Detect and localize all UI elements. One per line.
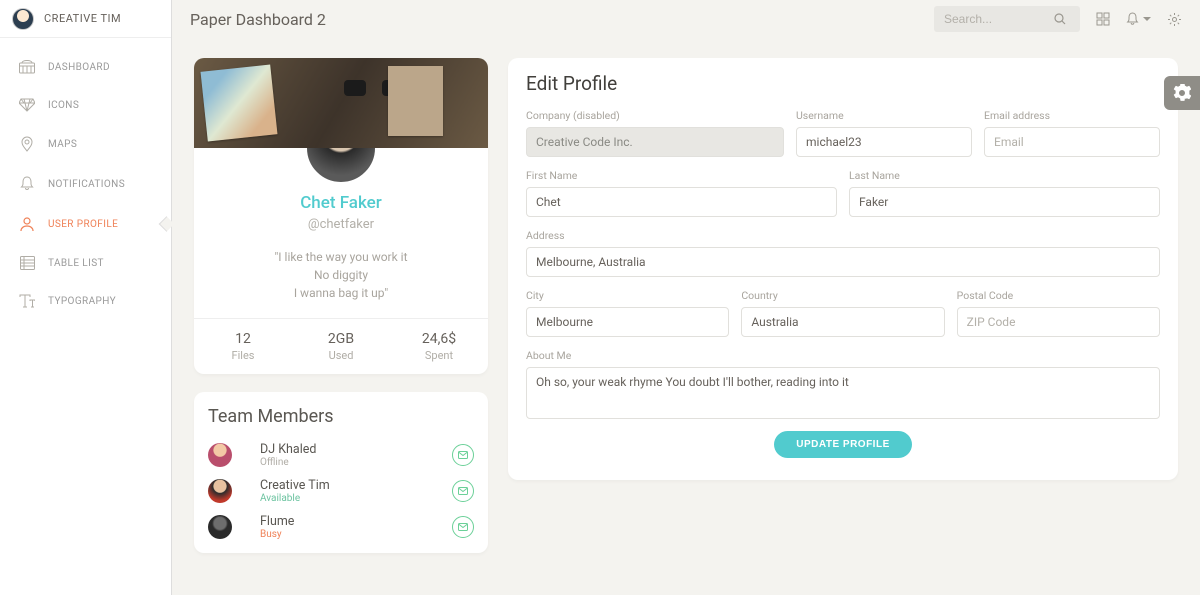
sidebar-item-typography[interactable]: TYPOGRAPHY [0,282,171,320]
brand-name: CREATIVE TIM [44,12,121,25]
edit-profile-card: Edit Profile Company (disabled) Username… [508,58,1178,480]
notifications-dropdown[interactable] [1126,12,1151,26]
sidebar-item-label: DASHBOARD [48,62,110,73]
bell-icon [18,176,36,192]
sidebar-nav: DASHBOARD ICONS MAPS NOTIFICATIONS USER … [0,38,171,330]
team-heading: Team Members [208,406,474,427]
brand-row[interactable]: CREATIVE TIM [0,0,171,38]
member-name: Creative Tim [260,478,330,493]
topbar: Paper Dashboard 2 [172,0,1200,38]
sidebar-item-label: TYPOGRAPHY [48,296,116,307]
sidebar-item-label: NOTIFICATIONS [48,179,125,190]
topbar-right [934,6,1182,32]
sidebar-item-label: ICONS [48,100,79,111]
search-icon [1054,13,1066,25]
member-status: Available [260,493,330,504]
postal-code-input[interactable] [957,307,1160,337]
sidebar-item-user-profile[interactable]: USER PROFILE [0,204,171,244]
label-country: Country [741,289,944,302]
cover-image [194,58,488,148]
dashboard-icon [18,60,36,74]
label-first-name: First Name [526,169,837,182]
about-textarea[interactable] [526,367,1160,419]
address-input[interactable] [526,247,1160,277]
gear-icon[interactable] [1167,12,1182,27]
profile-card: Chet Faker @chetfaker "I like the way yo… [194,58,488,374]
sidebar-item-maps[interactable]: MAPS [0,124,171,164]
sidebar-item-icons[interactable]: ICONS [0,86,171,124]
sidebar-item-label: USER PROFILE [48,219,118,230]
stat-used: 2GB Used [292,331,390,362]
profile-stats: 12 Files 2GB Used 24,6$ Spent [194,318,488,374]
label-last-name: Last Name [849,169,1160,182]
member-avatar [208,443,232,467]
brand-avatar-icon [12,8,34,30]
label-company: Company (disabled) [526,109,784,122]
member-message-button[interactable] [452,444,474,466]
map-pin-icon [18,136,36,152]
grid-icon[interactable] [1096,12,1110,26]
first-name-input[interactable] [526,187,837,217]
profile-quote: "I like the way you work it No diggity I… [218,248,464,302]
typography-icon [18,294,36,308]
sidebar-item-dashboard[interactable]: DASHBOARD [0,48,171,86]
country-input[interactable] [741,307,944,337]
sidebar-item-table-list[interactable]: TABLE LIST [0,244,171,282]
stat-spent: 24,6$ Spent [390,331,488,362]
settings-fab[interactable] [1164,76,1200,110]
team-member-row: Creative Tim Available [208,473,474,509]
search-input[interactable] [944,12,1054,26]
last-name-input[interactable] [849,187,1160,217]
sidebar-item-notifications[interactable]: NOTIFICATIONS [0,164,171,204]
member-avatar [208,479,232,503]
team-member-row: Flume Busy [208,509,474,545]
list-icon [18,256,36,270]
username-input[interactable] [796,127,972,157]
page-title: Paper Dashboard 2 [190,10,326,29]
company-input [526,127,784,157]
label-postal-code: Postal Code [957,289,1160,302]
sidebar-item-label: TABLE LIST [48,258,104,269]
label-address: Address [526,229,1160,242]
update-profile-button[interactable]: UPDATE PROFILE [774,431,911,458]
diamond-icon [18,98,36,112]
profile-handle: @chetfaker [194,217,488,232]
member-name: DJ Khaled [260,442,316,457]
user-icon [18,216,36,232]
email-input[interactable] [984,127,1160,157]
search-box[interactable] [934,6,1080,32]
label-city: City [526,289,729,302]
member-message-button[interactable] [452,480,474,502]
team-card: Team Members DJ Khaled Offline Creative … [194,392,488,553]
label-email: Email address [984,109,1160,122]
member-status: Offline [260,457,316,468]
label-username: Username [796,109,972,122]
profile-name: Chet Faker [194,193,488,213]
stat-files: 12 Files [194,331,292,362]
member-avatar [208,515,232,539]
content-area: Chet Faker @chetfaker "I like the way yo… [172,38,1200,595]
city-input[interactable] [526,307,729,337]
form-heading: Edit Profile [526,72,1160,95]
member-message-button[interactable] [452,516,474,538]
member-name: Flume [260,514,294,529]
label-about: About Me [526,349,1160,362]
team-member-row: DJ Khaled Offline [208,437,474,473]
sidebar-item-label: MAPS [48,139,77,150]
sidebar: CREATIVE TIM DASHBOARD ICONS MAPS NOTIFI… [0,0,172,595]
member-status: Busy [260,529,294,540]
